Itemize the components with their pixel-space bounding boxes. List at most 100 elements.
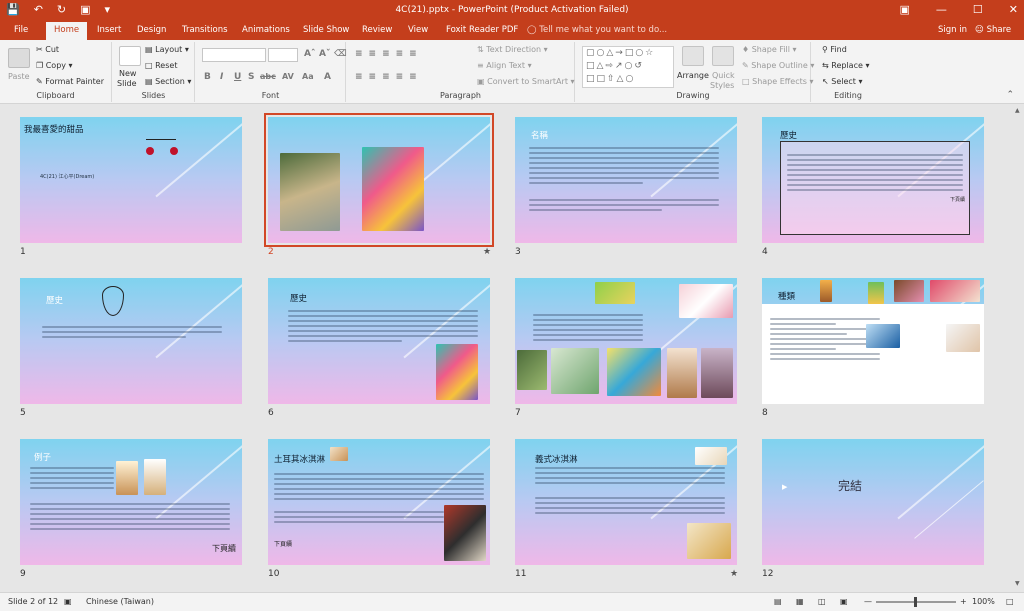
italic-button[interactable]: I [220, 72, 223, 82]
tab-view[interactable]: View [408, 25, 428, 35]
section-button[interactable]: ▤ Section ▾ [145, 77, 191, 86]
shape-fill-button[interactable]: ♦ Shape Fill ▾ [742, 45, 797, 54]
shrink-font-icon[interactable]: Aˇ [319, 49, 330, 59]
zoom-out-icon[interactable]: — [864, 597, 872, 606]
ribbon-display-options-icon[interactable]: ▣ [900, 3, 910, 16]
slide-text-block [529, 147, 719, 187]
copy-button[interactable]: ❐ Copy ▾ [36, 61, 73, 70]
ice-bar-package-photo [607, 348, 661, 396]
slide-thumbnail-6[interactable]: 歷史 [268, 278, 490, 404]
editing-group-label: Editing [834, 91, 862, 100]
tell-me-box[interactable]: ◯ Tell me what you want to do... [527, 25, 667, 35]
tab-insert[interactable]: Insert [97, 25, 121, 35]
slideshow-view-icon[interactable]: ▣ [840, 597, 848, 606]
shapes-gallery[interactable]: ▢○△→□○☆ □△⇨↗○↺ □□⇧△○ [582, 46, 674, 88]
slide-thumbnail-3[interactable]: 名稱 [515, 117, 737, 243]
slide-thumbnail-1[interactable]: 我最喜愛的甜品 4C(21) 江心平(Dream) [20, 117, 242, 243]
text-direction-button[interactable]: ⇅ Text Direction ▾ [477, 45, 548, 54]
quick-styles-button-line2[interactable]: Styles [710, 81, 734, 90]
slide-thumbnail-5[interactable]: 歷史 [20, 278, 242, 404]
grow-font-icon[interactable]: Aˆ [304, 49, 315, 59]
bold-button[interactable]: B [204, 72, 211, 82]
zoom-in-icon[interactable]: + [960, 597, 967, 606]
character-spacing-button[interactable]: AV [282, 72, 294, 81]
format-painter-button[interactable]: ✎ Format Painter [36, 77, 104, 86]
tab-transitions[interactable]: Transitions [182, 25, 228, 35]
slide-sorter-view-icon[interactable]: ▦ [796, 597, 804, 606]
new-slide-button[interactable]: New [119, 69, 136, 78]
fit-to-window-icon[interactable]: □ [1006, 597, 1014, 606]
list-buttons[interactable]: ≡≡≡≡≡ [355, 49, 423, 59]
select-button[interactable]: ↖ Select ▾ [822, 77, 863, 86]
paragraph-group-label: Paragraph [440, 91, 481, 100]
soft-serve-photo [144, 459, 166, 495]
spelling-icon[interactable]: ▣ [64, 597, 72, 606]
layout-button[interactable]: ▤ Layout ▾ [145, 45, 189, 54]
zoom-slider-thumb[interactable] [914, 597, 917, 607]
minimize-button[interactable]: — [936, 3, 947, 16]
tab-slide-show[interactable]: Slide Show [303, 25, 349, 35]
language-indicator[interactable]: Chinese (Taiwan) [86, 597, 154, 606]
slide-thumbnail-2[interactable] [264, 113, 494, 247]
underline-button[interactable]: U [234, 72, 241, 82]
clear-formatting-icon[interactable]: ⌫ [334, 49, 347, 59]
decor-stripe [155, 118, 242, 198]
zoom-level[interactable]: 100% [972, 597, 995, 606]
convert-smartart-button[interactable]: ▣ Convert to SmartArt ▾ [477, 77, 575, 86]
tab-review[interactable]: Review [362, 25, 392, 35]
new-slide-icon[interactable] [119, 46, 141, 66]
alignment-buttons[interactable]: ≡≡≡≡≡ [355, 72, 423, 82]
slide-text-block [533, 314, 643, 344]
shape-effects-button[interactable]: □ Shape Effects ▾ [742, 77, 813, 86]
close-button[interactable]: ✕ [1009, 3, 1018, 16]
slide-thumbnail-12[interactable]: ▶ 完結 [762, 439, 984, 565]
slide-caption: 下頁續 [212, 544, 236, 553]
slide-thumbnail-9[interactable]: 例子 下頁續 [20, 439, 242, 565]
clipboard-group: Paste ✂ Cut ❐ Copy ▾ ✎ Format Painter Cl… [0, 42, 112, 102]
tab-file[interactable]: File [14, 25, 28, 35]
tab-foxit-reader-pdf[interactable]: Foxit Reader PDF [446, 25, 518, 35]
paint-bucket-icon: ♦ [742, 45, 750, 54]
slide-thumbnail-4[interactable]: 歷史 下頁續 [762, 117, 984, 243]
arrange-button[interactable]: Arrange [677, 71, 709, 80]
scroll-down-icon[interactable]: ▼ [1015, 580, 1020, 587]
paste-icon[interactable] [8, 48, 30, 68]
share-button[interactable]: ☺ Share [975, 25, 1011, 35]
vertical-scrollbar[interactable]: ▲ ▼ [1014, 107, 1022, 587]
ribbon-tabs: File Home Insert Design Transitions Anim… [0, 22, 1024, 40]
arrange-icon[interactable] [682, 46, 704, 66]
font-color-button[interactable]: A [324, 72, 331, 82]
font-size-input[interactable] [268, 48, 298, 62]
slide-thumbnail-7[interactable] [515, 278, 737, 404]
replace-button[interactable]: ⇆ Replace ▾ [822, 61, 869, 70]
reading-view-icon[interactable]: ◫ [818, 597, 826, 606]
font-name-input[interactable] [202, 48, 266, 62]
collapse-ribbon-icon[interactable]: ⌃ [1006, 90, 1014, 100]
find-button[interactable]: ⚲ Find [822, 45, 847, 54]
slide-sorter: 我最喜愛的甜品 4C(21) 江心平(Dream) 1 2 ★ 名稱 3 歷史 … [0, 105, 1024, 592]
new-slide-button-line2[interactable]: Slide [117, 79, 137, 88]
strikethrough-button[interactable]: abc [260, 72, 276, 81]
clipboard-group-label: Clipboard [36, 91, 75, 100]
slide-text-block [30, 467, 114, 492]
sign-in-link[interactable]: Sign in [938, 25, 967, 35]
slide-thumbnail-10[interactable]: 土耳其冰淇淋 下頁續 [268, 439, 490, 565]
tab-design[interactable]: Design [137, 25, 166, 35]
cut-button[interactable]: ✂ Cut [36, 45, 59, 54]
tab-animations[interactable]: Animations [242, 25, 290, 35]
slide-thumbnail-11[interactable]: 義式冰淇淋 [515, 439, 737, 565]
maximize-button[interactable]: ☐ [973, 3, 983, 16]
shape-outline-button[interactable]: ✎ Shape Outline ▾ [742, 61, 814, 70]
text-direction-icon: ⇅ [477, 45, 484, 54]
reset-button[interactable]: □ Reset [145, 61, 177, 70]
shadow-button[interactable]: S [248, 72, 254, 82]
normal-view-icon[interactable]: ▤ [774, 597, 782, 606]
align-text-button[interactable]: ≡ Align Text ▾ [477, 61, 532, 70]
change-case-button[interactable]: Aa [302, 72, 314, 81]
slide-thumbnail-8[interactable]: 種類 [762, 278, 984, 404]
quick-styles-button[interactable]: Quick [712, 71, 735, 80]
tab-home[interactable]: Home [46, 22, 88, 40]
paste-button[interactable]: Paste [8, 72, 30, 81]
quick-styles-icon[interactable] [712, 46, 734, 66]
scroll-up-icon[interactable]: ▲ [1015, 107, 1020, 114]
